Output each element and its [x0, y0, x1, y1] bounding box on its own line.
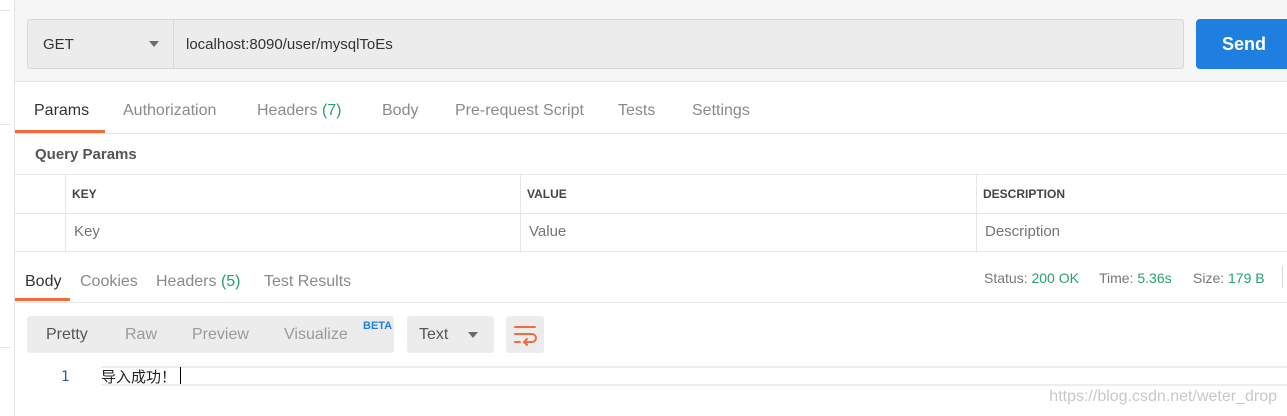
wrap-lines-button[interactable] [506, 316, 544, 353]
tab-label: Settings [692, 102, 750, 119]
request-tabs: Params Authorization Headers (7) Body Pr… [15, 90, 1287, 134]
key-input[interactable] [74, 223, 274, 240]
format-select[interactable]: Text [407, 316, 494, 353]
left-edge-tick [0, 10, 10, 11]
send-button[interactable]: Send [1196, 19, 1287, 69]
query-params-title: Query Params [35, 146, 137, 163]
url-input[interactable] [173, 19, 1184, 69]
tab-test-results[interactable]: Test Results [264, 273, 351, 291]
tab-params[interactable]: Params [34, 102, 89, 120]
postman-window: GET Send Params Authorization Headers (7… [0, 0, 1287, 416]
value-cell [520, 214, 976, 253]
tab-pre-request-script[interactable]: Pre-request Script [455, 102, 584, 120]
chevron-down-icon [149, 41, 159, 47]
tab-label: Cookies [80, 273, 138, 290]
time-value[interactable]: 5.36s [1137, 270, 1171, 286]
value-input[interactable] [529, 223, 729, 240]
method-label: GET [43, 36, 74, 53]
chevron-down-icon [468, 332, 478, 338]
size-info: Size: 179 B [1193, 270, 1265, 286]
active-tab-indicator [15, 130, 105, 133]
tab-label: Headers [257, 102, 318, 119]
tab-label: Test Results [264, 273, 352, 290]
column-header: DESCRIPTION [983, 187, 1066, 201]
view-mode-selector: Pretty Raw Preview Visualize BETA [27, 316, 394, 353]
tab-count: (7) [321, 102, 342, 119]
line-number: 1 [61, 369, 70, 385]
tab-response-body[interactable]: Body [25, 273, 61, 291]
view-visualize[interactable]: Visualize BETA [284, 320, 392, 344]
description-cell [976, 214, 1287, 253]
editor-border [101, 366, 1287, 368]
response-tabs: Body Cookies Headers (5) Test Results [15, 262, 1287, 303]
table-row [15, 214, 1287, 253]
tab-body[interactable]: Body [382, 102, 418, 120]
watermark: https://blog.csdn.net/weter_drop [1049, 388, 1277, 405]
table-header-row: KEY VALUE DESCRIPTION [15, 175, 1287, 214]
format-label: Text [419, 326, 449, 343]
column-header: VALUE [527, 187, 567, 201]
method-select[interactable]: GET [27, 19, 173, 69]
column-value: VALUE [520, 175, 976, 214]
tab-authorization[interactable]: Authorization [123, 102, 216, 120]
view-preview[interactable]: Preview [192, 326, 249, 344]
tab-label: Pre-request Script [455, 102, 584, 119]
time-label: Time: [1099, 270, 1134, 286]
status-info: Status: 200 OK [984, 270, 1079, 286]
tab-label: Params [34, 102, 90, 119]
tab-tests[interactable]: Tests [618, 102, 655, 120]
status-value[interactable]: 200 OK [1031, 270, 1078, 286]
tab-label: Authorization [123, 102, 217, 119]
column-key: KEY [65, 175, 521, 214]
left-edge-tick [0, 124, 10, 125]
status-label: Status: [984, 270, 1028, 286]
query-params-table: KEY VALUE DESCRIPTION [15, 174, 1287, 253]
left-edge-tick [0, 347, 10, 348]
request-bar: GET Send [15, 0, 1287, 82]
text-cursor [180, 367, 182, 385]
status-divider [1282, 266, 1283, 288]
size-label: Size: [1193, 270, 1225, 286]
view-pretty[interactable]: Pretty [46, 326, 88, 344]
wrap-lines-icon [514, 326, 537, 346]
tab-label: Headers [156, 273, 217, 290]
tab-count: (5) [220, 273, 241, 290]
time-info: Time: 5.36s [1099, 270, 1172, 286]
beta-badge: BETA [363, 320, 393, 332]
column-description: DESCRIPTION [976, 175, 1287, 214]
view-visualize-label: Visualize [284, 326, 348, 343]
view-raw[interactable]: Raw [125, 326, 157, 344]
tab-label: Tests [618, 102, 656, 119]
tab-cookies[interactable]: Cookies [80, 273, 138, 291]
active-tab-indicator [15, 298, 70, 301]
size-value[interactable]: 179 B [1228, 270, 1265, 286]
tab-settings[interactable]: Settings [692, 102, 750, 120]
tab-headers[interactable]: Headers (7) [257, 102, 342, 120]
tab-response-headers[interactable]: Headers (5) [156, 273, 241, 291]
tab-label: Body [382, 102, 419, 119]
tab-label: Body [25, 273, 62, 290]
description-input[interactable] [985, 223, 1185, 240]
column-header: KEY [72, 187, 97, 201]
left-edge [0, 0, 15, 416]
editor-border [101, 384, 1287, 386]
key-cell [65, 214, 521, 253]
